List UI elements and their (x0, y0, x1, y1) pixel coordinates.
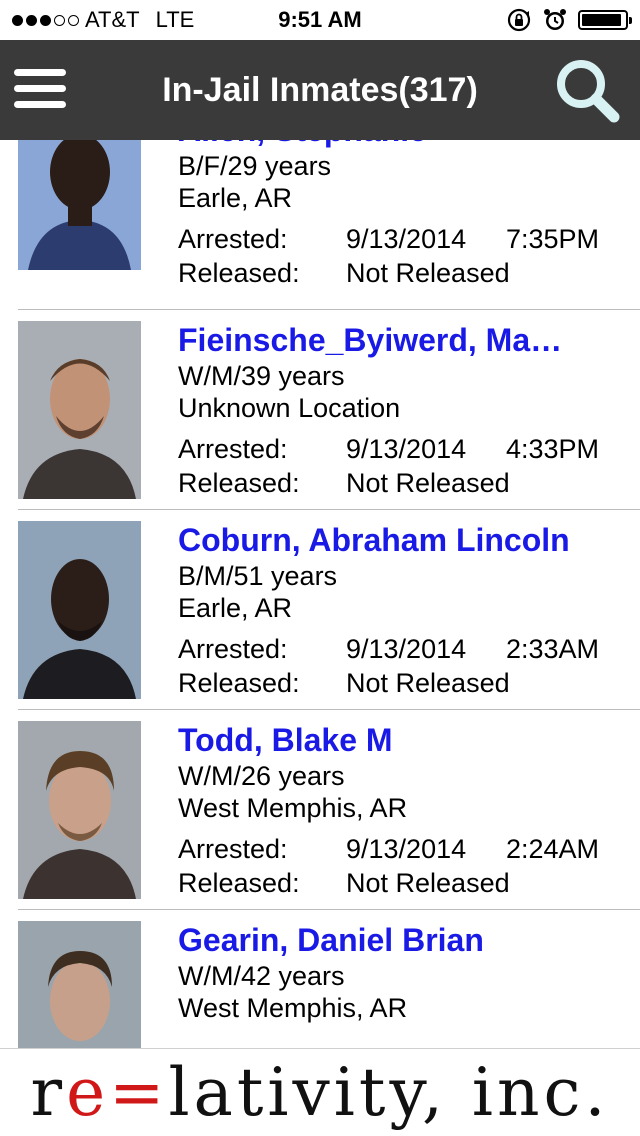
released-row: Released: Not Released (178, 866, 630, 900)
inmate-name[interactable]: Fieinsche_Byiwerd, Ma… (178, 320, 598, 360)
relativity-logo: re=lativity, inc. (30, 1054, 610, 1131)
arrested-label: Arrested: (178, 434, 288, 464)
mugshot-photo (18, 521, 141, 699)
arrested-time: 2:33AM (506, 634, 600, 664)
nav-bar: In-Jail Inmates(317) (0, 40, 640, 140)
inmate-demographics: W/M/39 years (178, 361, 345, 391)
released-row: Released: Not Released (178, 466, 630, 500)
released-row: Released: Not Released (178, 256, 630, 290)
list-item[interactable]: Gearin, Daniel Brian W/M/42 years West M… (0, 910, 640, 1048)
inmate-info: Gearin, Daniel Brian W/M/42 years West M… (178, 920, 630, 1024)
inmate-info: Fieinsche_Byiwerd, Ma… W/M/39 years Unkn… (178, 320, 630, 500)
inmate-demographics: W/M/42 years (178, 961, 345, 991)
inmate-info: Allen, Stephanie B/F/29 years Earle, AR … (178, 140, 630, 290)
inmate-info: Todd, Blake M W/M/26 years West Memphis,… (178, 720, 630, 900)
arrested-date: 9/13/2014 (346, 224, 467, 254)
inmate-name[interactable]: Gearin, Daniel Brian (178, 920, 598, 960)
inmate-info: Coburn, Abraham Lincoln B/M/51 years Ear… (178, 520, 630, 700)
arrested-time: 4:33PM (506, 434, 600, 464)
status-bar: AT&T LTE 9:51 AM (0, 0, 640, 40)
footer: re=lativity, inc. (0, 1048, 640, 1136)
inmate-name[interactable]: Coburn, Abraham Lincoln (178, 520, 598, 560)
inmate-name[interactable]: Allen, Stephanie (178, 140, 598, 150)
list-item[interactable]: Allen, Stephanie B/F/29 years Earle, AR … (0, 140, 640, 310)
mugshot-photo (18, 921, 141, 1048)
arrested-date: 9/13/2014 (346, 634, 467, 664)
list-item[interactable]: Todd, Blake M W/M/26 years West Memphis,… (0, 710, 640, 910)
released-status: Not Released (346, 668, 510, 698)
released-label: Released: (178, 668, 300, 698)
arrested-label: Arrested: (178, 224, 288, 254)
inmate-demographics: B/M/51 years (178, 561, 338, 591)
search-icon[interactable] (552, 55, 622, 125)
page-title: In-Jail Inmates(317) (162, 71, 478, 109)
mugshot-photo (18, 140, 141, 270)
inmate-location: Earle, AR (178, 183, 293, 213)
list-item[interactable]: Coburn, Abraham Lincoln B/M/51 years Ear… (0, 510, 640, 710)
arrested-time: 2:24AM (506, 834, 600, 864)
arrested-label: Arrested: (178, 634, 288, 664)
inmate-location: Earle, AR (178, 593, 293, 623)
arrested-row: Arrested: 9/13/2014 7:35PM (178, 222, 630, 256)
inmate-demographics: W/M/26 years (178, 761, 345, 791)
inmate-location: West Memphis, AR (178, 993, 408, 1023)
alarm-clock-icon (544, 9, 566, 30)
mugshot-photo (18, 721, 141, 899)
status-right (506, 0, 632, 40)
battery-icon (578, 10, 632, 30)
arrested-label: Arrested: (178, 834, 288, 864)
list-item[interactable]: Fieinsche_Byiwerd, Ma… W/M/39 years Unkn… (0, 310, 640, 510)
arrested-row: Arrested: 9/13/2014 2:33AM (178, 632, 630, 666)
arrested-date: 9/13/2014 (346, 434, 467, 464)
released-row: Released: Not Released (178, 666, 630, 700)
released-status: Not Released (346, 468, 510, 498)
mugshot-photo (18, 321, 141, 499)
released-status: Not Released (346, 258, 510, 288)
released-label: Released: (178, 258, 300, 288)
arrested-time: 7:35PM (506, 224, 600, 254)
arrested-date: 9/13/2014 (346, 834, 467, 864)
inmate-name[interactable]: Todd, Blake M (178, 720, 598, 760)
inmate-location: Unknown Location (178, 393, 401, 423)
released-status: Not Released (346, 868, 510, 898)
rotation-lock-icon (507, 8, 531, 32)
released-label: Released: (178, 868, 300, 898)
inmate-list[interactable]: Allen, Stephanie B/F/29 years Earle, AR … (0, 140, 640, 1048)
arrested-row: Arrested: 9/13/2014 4:33PM (178, 432, 630, 466)
released-label: Released: (178, 468, 300, 498)
inmate-location: West Memphis, AR (178, 793, 408, 823)
arrested-row: Arrested: 9/13/2014 2:24AM (178, 832, 630, 866)
inmate-demographics: B/F/29 years (178, 151, 332, 181)
